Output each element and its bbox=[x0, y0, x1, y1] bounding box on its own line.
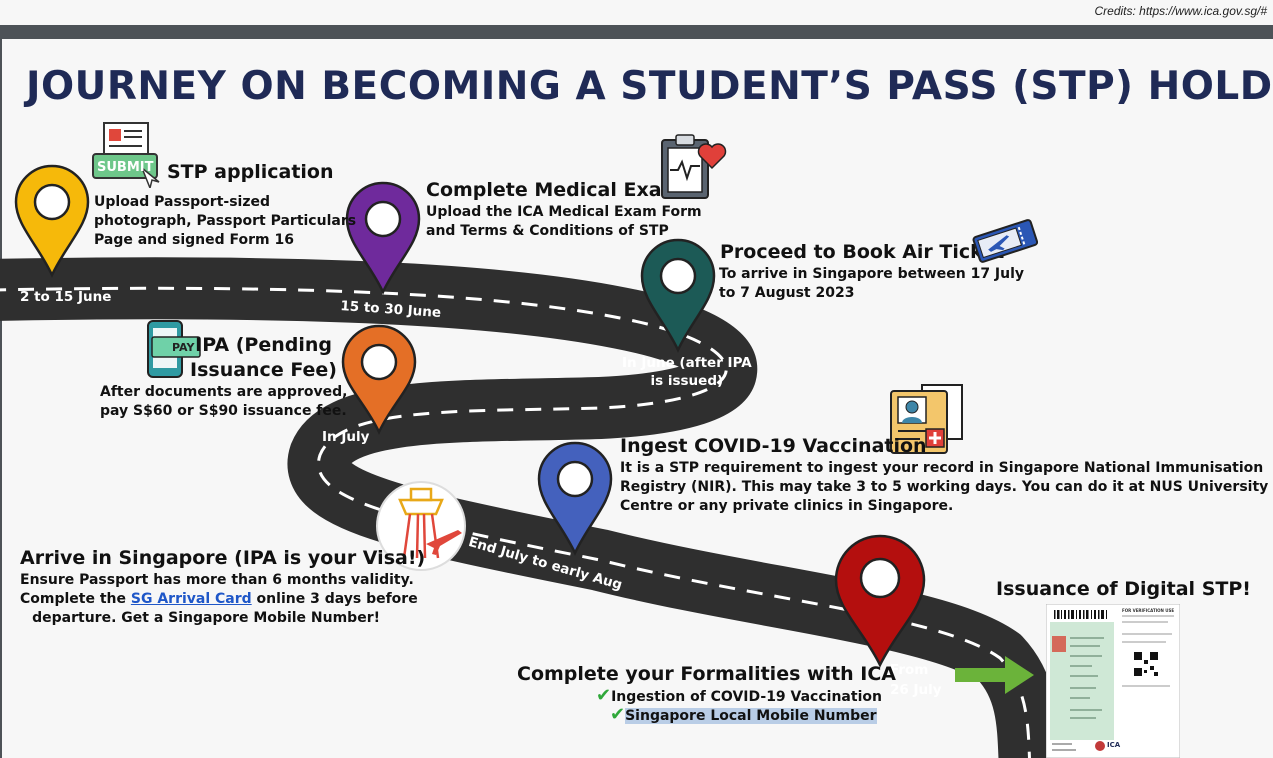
ipa-desc: After documents are approved, pay S$60 o… bbox=[100, 383, 348, 421]
stp-application-line3: Page and signed Form 16 bbox=[94, 232, 295, 248]
date-air-ticket: In June (after IPA is issued) bbox=[622, 354, 752, 390]
air-ticket-line1: To arrive in Singapore between 17 July bbox=[719, 266, 1025, 282]
medical-exam-line1: Upload the ICA Medical Exam Form bbox=[426, 204, 702, 220]
stp-application-heading: STP application bbox=[167, 161, 334, 183]
covid-desc: It is a STP requirement to ingest your r… bbox=[620, 459, 1273, 516]
formalities-check2: ✔Singapore Local Mobile Number bbox=[610, 705, 877, 726]
infographic: Credits: https://www.ica.gov.sg/# JOURNE… bbox=[0, 0, 1273, 758]
ipa-heading-line2: Issuance Fee) bbox=[190, 359, 337, 381]
date-ipa: In July bbox=[322, 429, 370, 445]
arrive-heading: Arrive in Singapore (IPA is your Visa!) bbox=[20, 547, 426, 569]
check-icon: ✔ bbox=[610, 704, 626, 725]
ipa-line2: pay S$60 or S$90 issuance fee. bbox=[100, 403, 347, 419]
formalities-heading: Complete your Formalities with ICA bbox=[517, 663, 897, 685]
date-stp-application: 2 to 15 June bbox=[20, 289, 112, 305]
date-air-ticket-line2: is issued) bbox=[650, 373, 724, 389]
air-ticket-line2: to 7 August 2023 bbox=[719, 285, 855, 301]
formalities-check1: ✔Ingestion of COVID-19 Vaccination bbox=[596, 686, 882, 707]
covid-line3: Centre or any private clinics in Singapo… bbox=[620, 498, 954, 514]
covid-heading: Ingest COVID-19 Vaccination bbox=[620, 435, 927, 457]
digital-stp-heading: Issuance of Digital STP! bbox=[996, 578, 1251, 600]
sg-arrival-card-link[interactable]: SG Arrival Card bbox=[131, 591, 252, 607]
submit-label: SUBMIT bbox=[97, 160, 154, 175]
arrive-line2-pre: Complete the bbox=[20, 591, 131, 607]
stp-application-line1: Upload Passport-sized bbox=[94, 194, 270, 210]
digital-stp-card: FOR VERIFICATION USE ICA bbox=[1045, 603, 1181, 758]
medical-exam-desc: Upload the ICA Medical Exam Form and Ter… bbox=[426, 203, 702, 241]
medical-clipboard-icon bbox=[658, 132, 728, 202]
date-formalities-line2: 26 July bbox=[890, 682, 942, 698]
formalities-check1-label: Ingestion of COVID-19 Vaccination bbox=[611, 689, 882, 705]
ipa-heading: IPA (Pending Issuance Fee) bbox=[190, 333, 337, 383]
arrive-desc: Ensure Passport has more than 6 months v… bbox=[20, 571, 418, 628]
stp-application-line2: photograph, Passport Particulars bbox=[94, 213, 357, 229]
medical-exam-heading: Complete Medical Exam bbox=[426, 179, 682, 201]
arrive-line3: departure. Get a Singapore Mobile Number… bbox=[32, 610, 380, 626]
medical-exam-line2: and Terms & Conditions of STP bbox=[426, 223, 669, 239]
ipa-heading-line1: IPA (Pending bbox=[195, 334, 332, 356]
formalities-check2-label: Singapore Local Mobile Number bbox=[625, 708, 877, 724]
covid-line2: Registry (NIR). This may take 3 to 5 wor… bbox=[620, 479, 1273, 495]
arrive-line1: Ensure Passport has more than 6 months v… bbox=[20, 572, 414, 588]
date-formalities-line1: From bbox=[890, 662, 929, 678]
air-ticket-icon bbox=[972, 214, 1039, 266]
arrive-line2: Complete the SG Arrival Card online 3 da… bbox=[20, 590, 418, 609]
ipa-line1: After documents are approved, bbox=[100, 384, 348, 400]
card-title: FOR VERIFICATION USE bbox=[1122, 608, 1175, 613]
check-icon: ✔ bbox=[596, 685, 612, 706]
covid-line1: It is a STP requirement to ingest your r… bbox=[620, 460, 1264, 476]
stp-application-desc: Upload Passport-sized photograph, Passpo… bbox=[94, 193, 356, 250]
date-air-ticket-line1: In June (after IPA bbox=[622, 355, 752, 371]
air-ticket-desc: To arrive in Singapore between 17 July t… bbox=[719, 265, 1024, 303]
date-formalities: From 26 July bbox=[890, 660, 942, 700]
submit-form-icon: SUBMIT bbox=[92, 122, 160, 191]
arrive-line2-post: online 3 days before bbox=[251, 591, 418, 607]
ica-logo: ICA bbox=[1107, 741, 1121, 749]
air-ticket-heading: Proceed to Book Air Ticket bbox=[720, 241, 1005, 263]
